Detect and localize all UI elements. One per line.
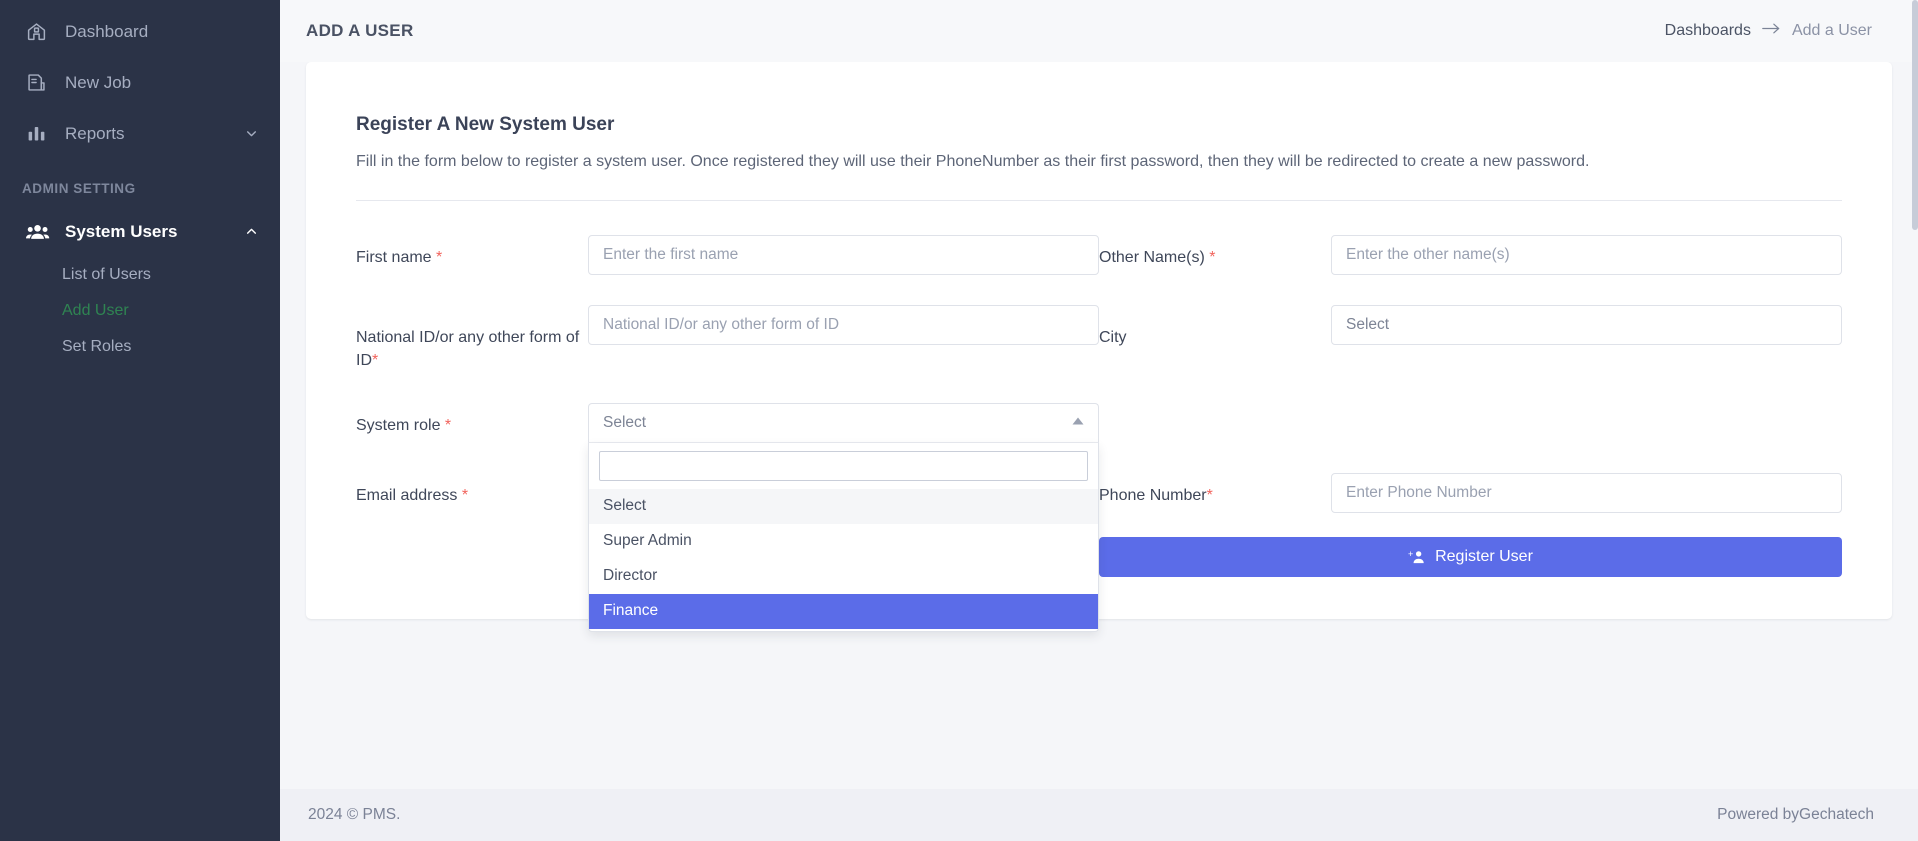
field-other-names: Other Name(s) * (1099, 235, 1842, 276)
submit-row: + Register User (356, 536, 1842, 577)
content-area: Register A New System User Fill in the f… (280, 62, 1918, 789)
app-root: Dashboard New Job Reports ADMIN SETTING … (0, 0, 1918, 841)
page-scrollbar[interactable] (1912, 0, 1918, 230)
breadcrumb-current: Add a User (1791, 22, 1872, 39)
breadcrumb-dashboards[interactable]: Dashboards (1665, 22, 1751, 40)
other-names-label: Other Name(s) * (1099, 249, 1216, 267)
city-select[interactable]: Select (1331, 305, 1842, 346)
sidebar-item-label: New Job (65, 72, 132, 92)
system-role-option-super-admin[interactable]: Super Admin (589, 523, 1098, 559)
sidebar-item-dashboard[interactable]: Dashboard (0, 6, 280, 57)
footer-copyright: 2024 © PMS. (308, 806, 401, 823)
required-asterisk: * (457, 486, 469, 504)
system-role-control: Select Select Super Admin Director Finan… (588, 402, 1099, 632)
sidebar-item-label: Reports (65, 123, 125, 143)
register-user-card: Register A New System User Fill in the f… (306, 62, 1892, 632)
city-label: City (1099, 329, 1127, 347)
sidebar-section-admin-setting: ADMIN SETTING (22, 181, 136, 196)
system-role-label: System role * (356, 416, 452, 434)
svg-text:+: + (1408, 549, 1413, 559)
bar-chart-icon (26, 123, 56, 144)
system-role-option-list: Select Super Admin Director Finance (589, 488, 1098, 631)
first-name-label: First name * (356, 249, 443, 267)
field-first-name: First name * (356, 235, 1099, 276)
breadcrumb: Dashboards Add a User (1665, 22, 1872, 40)
register-user-button-label: Register User (1435, 547, 1533, 565)
first-name-input[interactable] (588, 235, 1099, 276)
footer: 2024 © PMS. Powered byGechatech (280, 789, 1918, 841)
sidebar-subitem-label: Add User (62, 302, 129, 319)
sidebar-item-add-user[interactable]: Add User (0, 293, 280, 329)
required-asterisk: * (440, 416, 452, 434)
system-role-search-input[interactable] (599, 450, 1088, 481)
phone-number-label: Phone Number* (1099, 486, 1213, 504)
phone-number-control (1331, 472, 1842, 513)
form-row-system-role: System role * Select Select Super Admin … (356, 402, 1842, 632)
system-role-select[interactable]: Select (588, 402, 1099, 443)
footer-powered-by: Powered byGechatech (1717, 806, 1874, 823)
field-city: City Select (1099, 305, 1842, 350)
required-asterisk: * (1204, 249, 1216, 267)
form-row-names: First name * Other Name(s) * (356, 235, 1842, 276)
sidebar-item-reports[interactable]: Reports (0, 108, 280, 159)
home-icon (26, 21, 56, 42)
page-title: ADD A USER (306, 21, 414, 40)
city-select-value: Select (1346, 316, 1390, 334)
national-id-input[interactable] (588, 305, 1099, 346)
sidebar-item-new-job[interactable]: New Job (0, 57, 280, 108)
field-phone-number: Phone Number* (1099, 472, 1842, 513)
chevron-down-icon[interactable] (244, 127, 258, 141)
system-role-option-finance[interactable]: Finance (589, 593, 1098, 629)
required-asterisk: * (1206, 486, 1213, 504)
field-national-id: National ID/or any other form of ID* (356, 305, 1099, 372)
city-control: Select (1331, 305, 1842, 346)
arrow-right-icon (1762, 22, 1781, 40)
national-id-control (588, 305, 1099, 346)
first-name-control (588, 235, 1099, 276)
card-description: Fill in the form below to register a sys… (356, 150, 1842, 202)
register-user-button[interactable]: + Register User (1099, 536, 1842, 577)
main-content: ADD A USER Dashboards Add a User Registe… (280, 0, 1918, 841)
system-role-option-director[interactable]: Director (589, 558, 1098, 594)
sidebar-subitem-label: Set Roles (62, 338, 132, 355)
required-asterisk: * (372, 351, 379, 369)
system-role-select-value: Select (603, 413, 647, 431)
required-asterisk: * (431, 249, 443, 267)
system-role-option-select[interactable]: Select (589, 488, 1098, 524)
sidebar-item-label: Dashboard (65, 21, 149, 41)
sidebar-subitem-label: List of Users (62, 266, 151, 283)
sidebar-item-label: System Users (65, 221, 178, 241)
field-system-role: System role * Select Select Super Admin … (356, 402, 1099, 632)
dropdown-search-wrap (589, 450, 1098, 489)
chevron-up-icon[interactable] (244, 225, 258, 239)
email-address-label: Email address * (356, 486, 469, 504)
sidebar: Dashboard New Job Reports ADMIN SETTING … (0, 0, 280, 841)
register-user-form: First name * Other Name(s) * (356, 201, 1842, 632)
system-role-dropdown: Select Super Admin Director Finance (588, 442, 1099, 632)
form-row-email-phone: Email address * Phone Number* (356, 472, 1842, 513)
other-names-control (1331, 235, 1842, 276)
user-plus-icon: + (1408, 549, 1426, 565)
other-names-input[interactable] (1331, 235, 1842, 276)
caret-up-icon[interactable] (1072, 417, 1084, 428)
file-icon (26, 72, 56, 93)
form-row-id-city: National ID/or any other form of ID* Cit… (356, 305, 1842, 372)
users-icon (26, 220, 56, 244)
national-id-label: National ID/or any other form of ID* (356, 329, 580, 369)
sidebar-item-system-users[interactable]: System Users (0, 206, 280, 257)
phone-number-input[interactable] (1331, 472, 1842, 513)
card-title: Register A New System User (356, 114, 615, 135)
sidebar-item-list-of-users[interactable]: List of Users (0, 257, 280, 293)
topbar: ADD A USER Dashboards Add a User (280, 0, 1918, 62)
sidebar-item-set-roles[interactable]: Set Roles (0, 329, 280, 365)
